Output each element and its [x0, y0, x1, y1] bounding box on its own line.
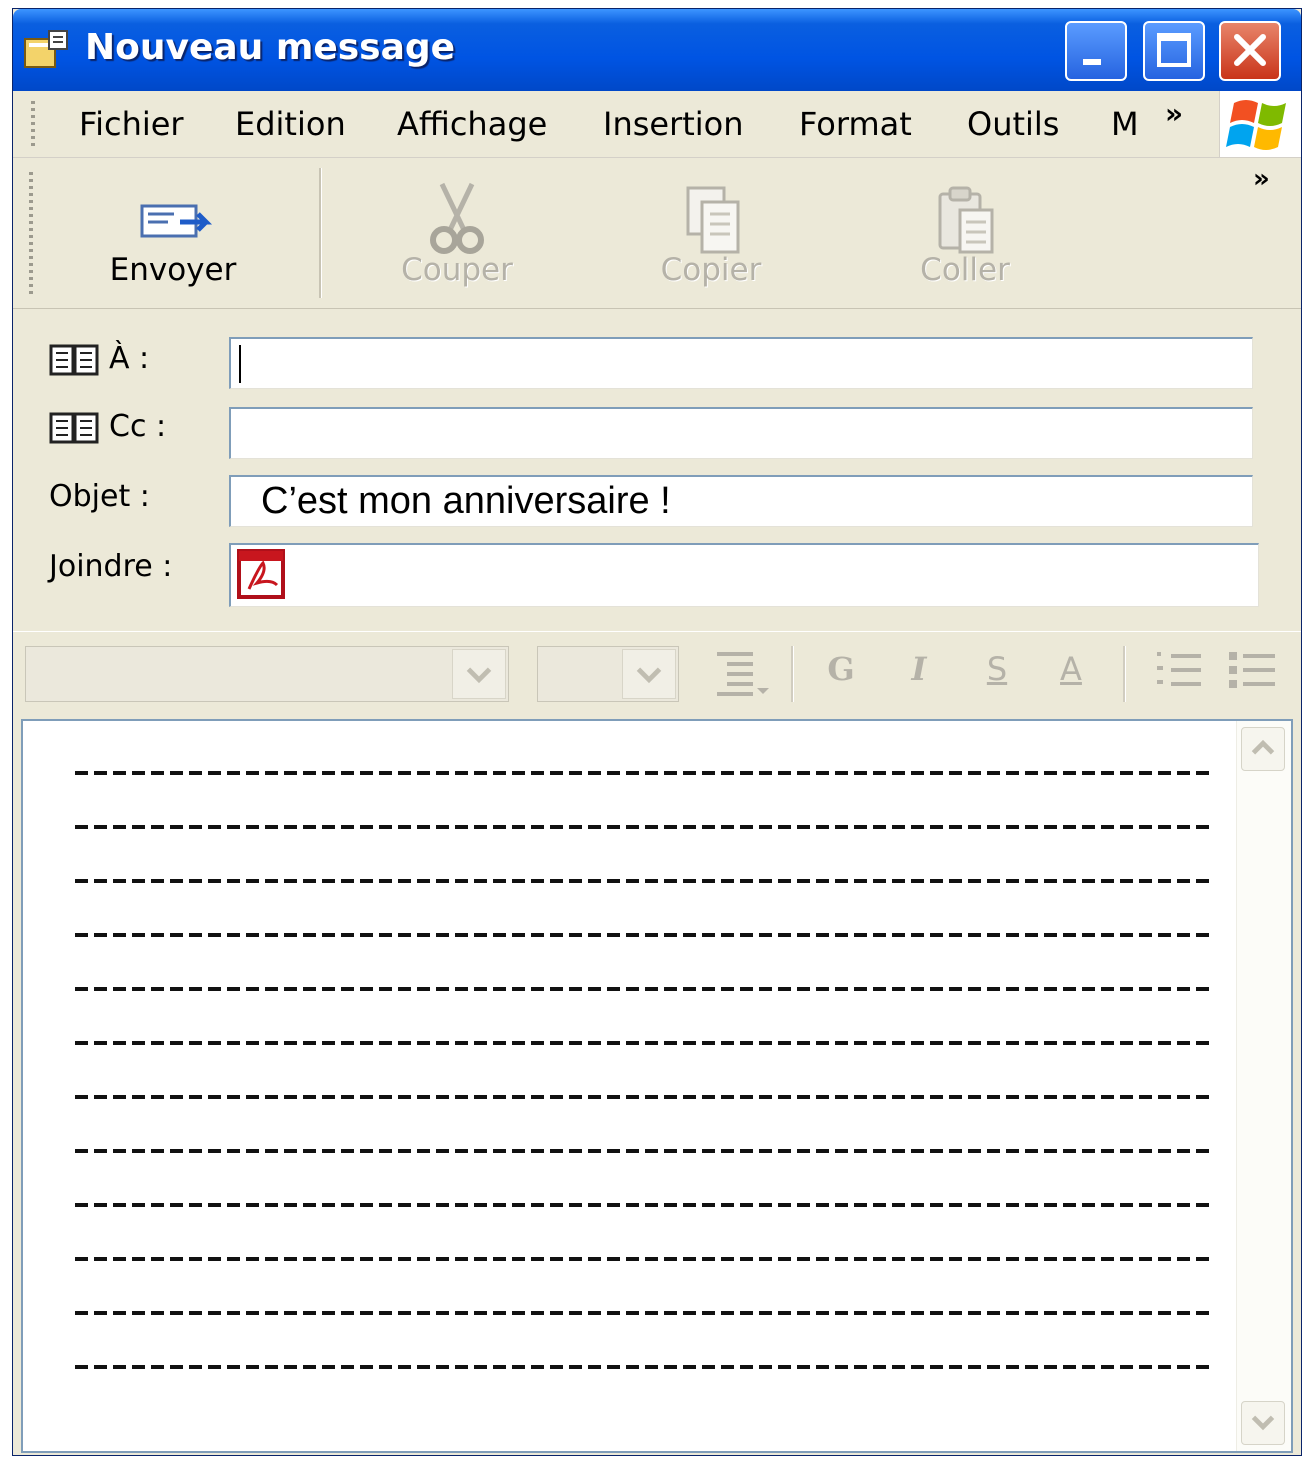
message-body[interactable]	[21, 719, 1293, 1453]
menu-grip[interactable]	[31, 101, 35, 147]
subject-label: Objet :	[49, 479, 150, 514]
menu-affichage[interactable]: Affichage	[397, 105, 547, 143]
message-header-fields: À : Cc : Objet : C’est mon anniversaire …	[13, 309, 1301, 631]
toolbar-grip[interactable]	[29, 172, 33, 296]
address-book-icon[interactable]	[49, 343, 99, 377]
paragraph-style-icon[interactable]	[713, 650, 769, 700]
cut-button[interactable]: Couper	[337, 158, 577, 308]
close-icon	[1234, 34, 1266, 66]
dashed-writing-line	[75, 825, 1213, 879]
scroll-up-button[interactable]	[1241, 727, 1285, 771]
main-toolbar: Envoyer Couper Copier Coller »	[13, 158, 1301, 309]
send-label: Envoyer	[109, 252, 237, 288]
cc-label: Cc :	[109, 409, 167, 444]
format-separator	[1123, 646, 1126, 702]
maximize-button[interactable]	[1143, 21, 1205, 81]
dashed-writing-line	[75, 1095, 1213, 1149]
text-caret	[239, 345, 241, 383]
cut-label: Couper	[401, 252, 513, 288]
maximize-icon	[1157, 33, 1191, 67]
chevron-down-icon	[1251, 1415, 1275, 1431]
copy-button[interactable]: Copier	[591, 158, 831, 308]
format-toolbar: G I S A	[13, 631, 1301, 716]
font-name-dropdown[interactable]	[452, 649, 506, 699]
dashed-writing-line	[75, 1149, 1213, 1203]
dashed-writing-line	[75, 1311, 1213, 1365]
menu-more-chevron[interactable]: »	[1165, 97, 1183, 130]
close-button[interactable]	[1219, 21, 1281, 81]
toolbar-separator	[319, 168, 322, 298]
address-book-icon[interactable]	[49, 411, 99, 445]
underline-button[interactable]: S	[975, 650, 1019, 700]
subject-input[interactable]: C’est mon anniversaire !	[229, 475, 1253, 527]
copy-label: Copier	[660, 252, 762, 288]
scroll-down-button[interactable]	[1241, 1401, 1285, 1445]
font-name-select[interactable]	[25, 646, 509, 702]
send-icon	[140, 204, 213, 238]
font-size-select[interactable]	[537, 646, 679, 702]
new-message-icon	[24, 30, 68, 68]
to-label-row[interactable]: À :	[49, 341, 149, 377]
to-input[interactable]	[229, 337, 1253, 389]
dashed-writing-line	[75, 771, 1213, 825]
dashed-writing-line	[75, 933, 1213, 987]
scissors-icon	[430, 182, 484, 254]
italic-button[interactable]: I	[897, 650, 941, 700]
send-button[interactable]: Envoyer	[53, 158, 293, 308]
cc-label-row[interactable]: Cc :	[49, 409, 166, 445]
menu-m[interactable]: M	[1111, 105, 1139, 143]
vertical-scrollbar[interactable]	[1236, 721, 1291, 1451]
menu-fichier[interactable]: Fichier	[79, 105, 184, 143]
dashed-writing-line	[75, 1041, 1213, 1095]
window-title: Nouveau message	[85, 27, 456, 68]
chevron-up-icon	[1251, 739, 1275, 755]
menu-outils[interactable]: Outils	[967, 105, 1059, 143]
paste-button[interactable]: Coller	[845, 158, 1085, 308]
dashed-writing-line	[75, 879, 1213, 933]
menu-insertion[interactable]: Insertion	[603, 105, 744, 143]
menu-bar: Fichier Edition Affichage Insertion Form…	[13, 91, 1301, 158]
menu-format[interactable]: Format	[799, 105, 912, 143]
toolbar-more-chevron[interactable]: »	[1253, 164, 1270, 194]
to-label: À :	[109, 341, 150, 376]
compose-window: Nouveau message Fichier Edition Affichag…	[12, 8, 1302, 1456]
copy-icon	[686, 186, 740, 254]
bold-button[interactable]: G	[819, 650, 863, 700]
dashed-writing-line	[75, 1257, 1213, 1311]
font-size-dropdown[interactable]	[622, 649, 676, 699]
numbered-list-icon[interactable]	[1153, 648, 1203, 698]
chevron-down-icon	[636, 667, 662, 684]
minimize-button[interactable]	[1065, 21, 1127, 81]
menu-edition[interactable]: Edition	[235, 105, 346, 143]
dashed-writing-line	[75, 1365, 1213, 1419]
font-color-button[interactable]: A	[1043, 650, 1099, 700]
minimize-icon	[1083, 59, 1101, 65]
paste-icon	[938, 186, 994, 254]
chevron-down-icon	[466, 667, 492, 684]
cc-input[interactable]	[229, 407, 1253, 459]
body-lines	[75, 771, 1213, 1419]
windows-flag-icon	[1226, 100, 1286, 150]
bullet-list-icon[interactable]	[1227, 648, 1277, 698]
attach-label: Joindre :	[49, 549, 173, 584]
windows-logo	[1219, 91, 1301, 157]
paste-label: Coller	[920, 252, 1010, 288]
pdf-attachment-icon[interactable]	[237, 549, 289, 599]
attachment-field[interactable]	[229, 543, 1259, 607]
dashed-writing-line	[75, 1203, 1213, 1257]
format-separator	[791, 646, 794, 702]
title-bar[interactable]: Nouveau message	[13, 9, 1301, 91]
dashed-writing-line	[75, 987, 1213, 1041]
